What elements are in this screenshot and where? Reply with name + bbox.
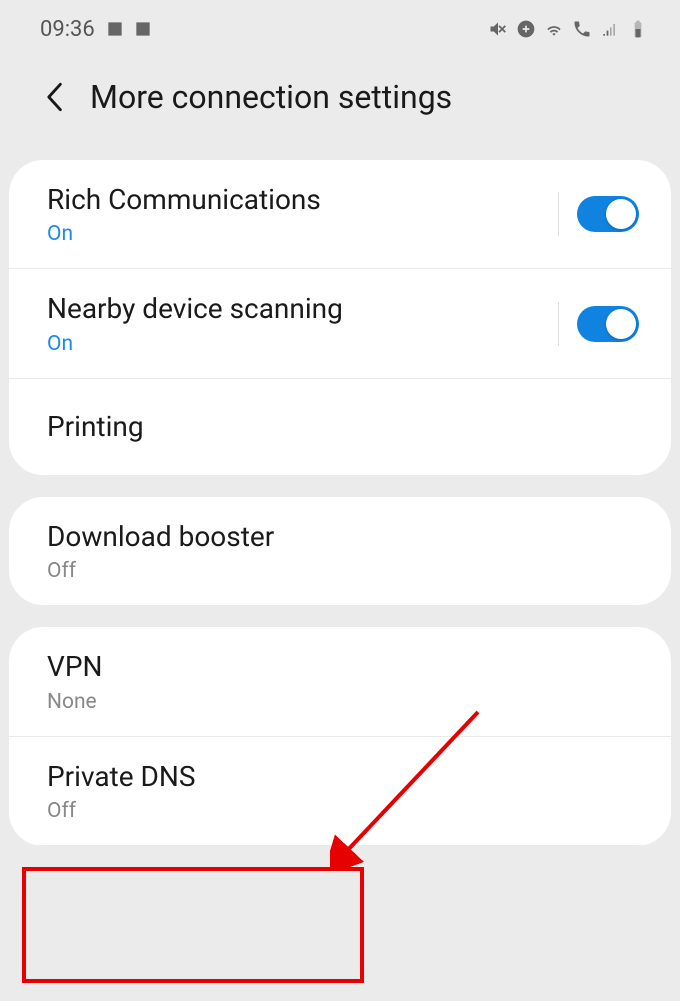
status-icons-left	[105, 19, 153, 39]
battery-icon	[628, 19, 648, 39]
row-private-dns[interactable]: Private DNS Off	[9, 737, 671, 846]
row-main: Printing	[47, 409, 639, 445]
row-title: Private DNS	[47, 759, 639, 795]
row-nearby-device-scanning[interactable]: Nearby device scanning On	[9, 269, 671, 378]
row-main: Private DNS Off	[47, 759, 639, 823]
nearby-scanning-toggle[interactable]	[577, 306, 639, 342]
settings-group-1: Rich Communications On Nearby device sca…	[9, 160, 671, 475]
row-main: VPN None	[47, 649, 639, 713]
row-subtitle: On	[47, 332, 550, 356]
status-time: 09:36	[40, 17, 95, 42]
row-title: Rich Communications	[47, 182, 550, 218]
wifi-icon	[544, 19, 564, 39]
row-rich-communications[interactable]: Rich Communications On	[9, 160, 671, 269]
row-download-booster[interactable]: Download booster Off	[9, 497, 671, 605]
toggle-knob	[606, 309, 636, 339]
volte-icon	[572, 19, 592, 39]
row-subtitle: On	[47, 222, 550, 246]
row-printing[interactable]: Printing	[9, 379, 671, 475]
settings-group-2: Download booster Off	[9, 497, 671, 605]
signal-icon	[600, 19, 620, 39]
row-title: VPN	[47, 649, 639, 685]
header: More connection settings	[0, 50, 680, 160]
mute-vibrate-icon	[488, 19, 508, 39]
status-left: 09:36	[40, 17, 153, 42]
image-icon	[105, 19, 125, 39]
settings-group-3: VPN None Private DNS Off	[9, 627, 671, 846]
page-title: More connection settings	[90, 78, 452, 116]
toggle-knob	[606, 199, 636, 229]
divider	[558, 302, 559, 346]
row-subtitle: Off	[47, 799, 639, 823]
check-box-icon	[133, 19, 153, 39]
status-right	[488, 19, 648, 39]
rich-communications-toggle[interactable]	[577, 196, 639, 232]
row-main: Rich Communications On	[47, 182, 550, 246]
annotation-highlight-box	[22, 867, 364, 983]
row-title: Download booster	[47, 519, 639, 555]
chevron-left-icon	[44, 82, 64, 112]
data-saver-icon	[516, 19, 536, 39]
divider	[558, 192, 559, 236]
row-main: Download booster Off	[47, 519, 639, 583]
row-main: Nearby device scanning On	[47, 291, 550, 355]
row-subtitle: Off	[47, 559, 639, 583]
row-title: Printing	[47, 409, 639, 445]
status-bar: 09:36	[0, 0, 680, 50]
row-title: Nearby device scanning	[47, 291, 550, 327]
row-subtitle: None	[47, 690, 639, 714]
back-button[interactable]	[44, 82, 64, 112]
row-vpn[interactable]: VPN None	[9, 627, 671, 736]
